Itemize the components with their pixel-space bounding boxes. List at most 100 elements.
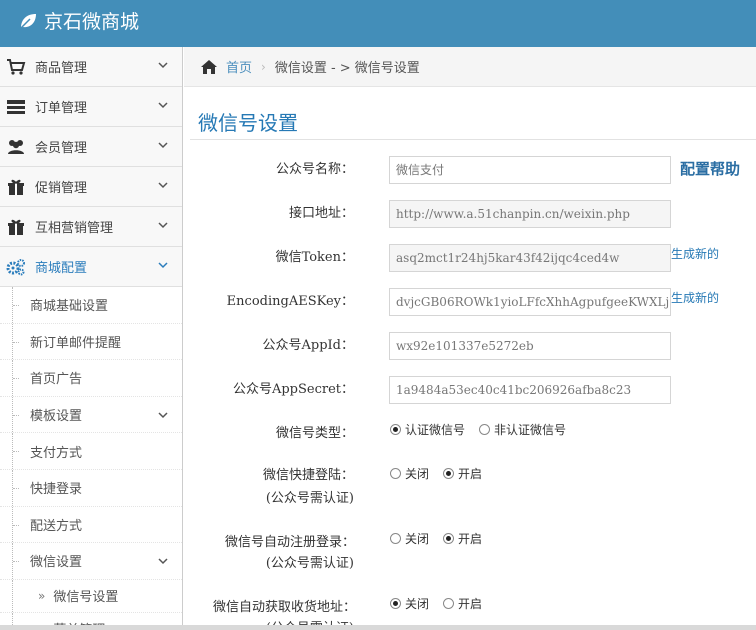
radio-unchecked-icon[interactable] [479,424,491,435]
sidebar-item-members[interactable]: 会员管理 [0,127,182,167]
quick-login-radio-group: 关闭 开启 [390,465,496,482]
chevron-down-icon [158,222,168,229]
radio-label: 开启 [458,467,483,481]
gift-icon [5,177,27,197]
auto-register-on-option[interactable]: 开启 [443,530,482,547]
breadcrumb-home-link[interactable]: 首页 [226,57,252,76]
account-type-label: 微信号类型： [275,426,354,441]
token-field[interactable]: asq2mct1r24hj5kar43f42ijqc4ced4w [389,244,671,272]
sidebar: 商品管理 订单管理 会员管理 促销管理 互相营销管理 商城配置 商城基础设置 新… [0,47,183,630]
home-icon[interactable] [200,59,218,75]
radio-label: 开启 [458,597,483,611]
sidebar-item-label: 会员管理 [35,141,88,156]
gift-icon [5,217,27,237]
quick-login-on-option[interactable]: 开启 [443,465,482,482]
sidebar-item-label: 商城配置 [35,261,88,276]
auto-address-off-option[interactable]: 关闭 [390,595,429,612]
quick-login-note: (公众号需认证) [265,491,354,506]
double-chevron-right-icon: » [38,588,46,603]
aes-key-field[interactable]: dvjcGB06ROWk1yioLFfcXhhAgpufgeeKWXLj [389,288,671,316]
app-title: 京石微商城 [44,11,140,33]
sidebar-subitem-basic-settings[interactable]: 商城基础设置 [0,287,182,324]
sidebar-subitem-label: 配送方式 [30,518,83,534]
token-label: 微信Token： [275,250,354,265]
account-type-verified-option[interactable]: 认证微信号 [390,421,465,438]
chevron-down-icon [158,62,168,69]
breadcrumb-current: 微信设置 - > 微信号设置 [274,61,420,76]
cogs-icon [5,257,27,277]
sidebar-item-orders[interactable]: 订单管理 [0,87,182,127]
breadcrumb: 首页 › 微信设置 - > 微信号设置 [184,47,756,87]
quick-login-off-option[interactable]: 关闭 [390,465,429,482]
chevron-down-icon [158,262,168,269]
sidebar-subitem-label: 微信设置 [30,555,83,571]
chevron-down-icon [158,182,168,189]
radio-label: 关闭 [405,532,430,546]
cart-icon [5,57,27,77]
auto-register-off-option[interactable]: 关闭 [390,530,429,547]
sidebar-subitem-payment[interactable]: 支付方式 [0,433,182,470]
sidebar-subitem-label: 新订单邮件提醒 [30,335,122,351]
radio-label: 认证微信号 [405,423,466,437]
auto-address-radio-group: 关闭 开启 [390,595,496,612]
sidebar-subitem-order-email[interactable]: 新订单邮件提醒 [0,323,182,361]
chevron-down-icon [158,558,168,565]
sidebar-subitem-wechat-settings[interactable]: 微信设置 [0,543,182,580]
radio-label: 关闭 [405,597,430,611]
brand[interactable]: 京石微商城 [18,7,139,34]
account-type-unverified-option[interactable]: 非认证微信号 [479,421,566,438]
leaf-icon [20,13,36,29]
aes-key-regenerate-link[interactable]: 生成新的 [671,289,719,306]
auto-register-note: (公众号需认证) [265,556,354,571]
appsecret-label: 公众号AppSecret： [232,382,354,397]
sidebar-item-label: 商品管理 [35,61,88,76]
title-divider [190,139,756,140]
chevron-down-icon [158,412,168,418]
account-type-radio-group: 认证微信号 非认证微信号 [390,421,580,438]
sidebar-item-label: 订单管理 [35,101,88,116]
sidebar-subitem-label: 商城基础设置 [30,299,109,315]
config-help-link[interactable]: 配置帮助 [680,158,740,179]
radio-unchecked-icon[interactable] [390,468,401,479]
sidebar-subitem-label: 模板设置 [30,409,83,425]
list-icon [5,97,27,117]
appid-input[interactable]: wx92e101337e5272eb [389,332,671,360]
sidebar-subitem-shipping[interactable]: 配送方式 [0,506,182,544]
radio-unchecked-icon[interactable] [443,598,455,609]
radio-unchecked-icon[interactable] [390,533,401,544]
radio-checked-icon[interactable] [443,533,455,544]
sidebar-item-promotions[interactable]: 促销管理 [0,167,182,207]
sidebar-item-products[interactable]: 商品管理 [0,47,182,87]
sidebar-subitem-label: 支付方式 [30,445,83,461]
chevron-down-icon [158,142,168,149]
auto-address-on-option[interactable]: 开启 [443,595,482,612]
name-label: 公众号名称： [275,162,354,177]
sidebar-subsubitem-wechat-account[interactable]: » 微信号设置 [0,579,182,613]
sidebar-subsubitem-label: 微信号设置 [53,590,119,606]
appsecret-input[interactable]: 1a9484a53ec40c41bc206926afba8c23 [389,376,671,404]
top-bar: 京石微商城 [0,0,756,47]
sidebar-item-mall-config[interactable]: 商城配置 [0,247,182,287]
url-label: 接口地址： [288,206,354,221]
horizontal-scrollbar[interactable] [0,625,756,630]
users-icon [5,137,27,157]
sidebar-subitem-home-ads[interactable]: 首页广告 [0,360,182,397]
sidebar-item-label: 促销管理 [35,181,88,196]
sidebar-subitem-templates[interactable]: 模板设置 [0,396,182,434]
token-regenerate-link[interactable]: 生成新的 [671,245,719,262]
auto-register-radio-group: 关闭 开启 [390,530,496,547]
interface-url-field[interactable]: http://www.a.51chanpin.cn/weixin.php [389,200,671,228]
radio-checked-icon[interactable] [443,468,455,479]
sidebar-subitem-quick-login[interactable]: 快捷登录 [0,469,182,507]
chevron-down-icon [158,102,168,109]
page-title: 微信号设置 [198,111,298,135]
sidebar-item-label: 互相营销管理 [35,221,114,236]
quick-login-label: 微信快捷登陆： [262,468,354,483]
radio-checked-icon[interactable] [390,598,401,609]
radio-checked-icon[interactable] [390,424,401,435]
radio-label: 关闭 [405,467,430,481]
sidebar-item-mutual-marketing[interactable]: 互相营销管理 [0,207,182,247]
account-name-input[interactable]: 微信支付 [389,156,671,184]
appid-label: 公众号AppId： [262,338,355,353]
radio-label: 非认证微信号 [494,423,567,437]
